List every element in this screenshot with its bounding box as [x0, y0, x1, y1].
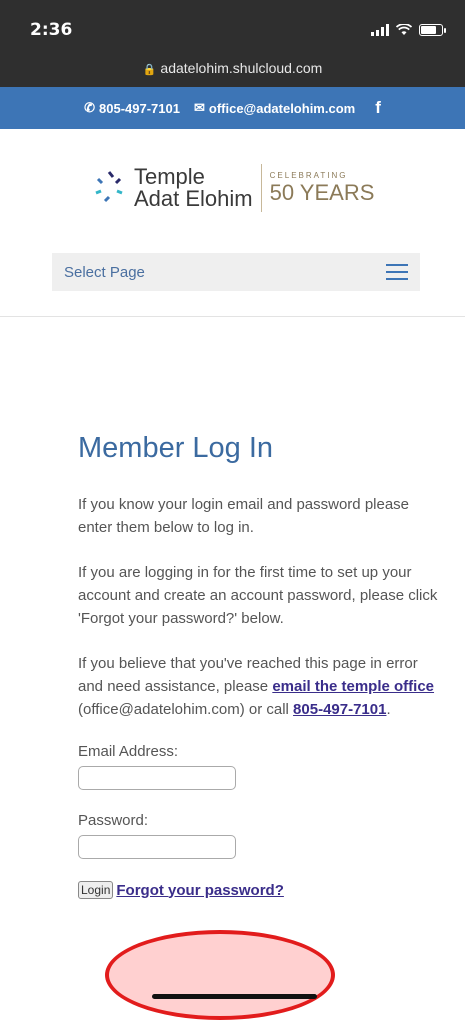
highlight-annotation: [105, 930, 335, 1020]
select-page-menu[interactable]: Select Page: [52, 253, 420, 291]
office-phone-link[interactable]: 805-497-7101: [293, 701, 386, 718]
logo-name: Temple Adat Elohim: [134, 166, 253, 210]
assistance-paragraph: If you believe that you've reached this …: [78, 652, 438, 721]
wifi-icon: [396, 24, 412, 35]
first-time-paragraph: If you are logging in for the first time…: [78, 564, 438, 627]
status-icons: [371, 24, 446, 36]
logo-anniversary: CELEBRATING 50 YEARS: [270, 171, 375, 206]
logo-line2: Adat Elohim: [134, 186, 253, 211]
email-label: Email Address:: [78, 743, 179, 760]
status-time: 2:36: [30, 20, 73, 40]
password-field[interactable]: [78, 835, 236, 859]
forgot-password-link[interactable]: Forgot your password?: [116, 882, 284, 899]
browser-chrome: 2:36 🔒 adatelohim.shulcloud.com: [0, 0, 465, 87]
email-field[interactable]: [78, 766, 236, 790]
logo-mark-icon: [95, 171, 123, 203]
login-content: Member Log In If you know your login ema…: [78, 432, 438, 899]
password-label: Password:: [78, 812, 149, 829]
contact-bar: ✆ 805-497-7101 ✉ office@adatelohim.com f: [0, 87, 465, 129]
page-title: Member Log In: [78, 432, 274, 464]
assistance-text-end: .: [386, 701, 391, 718]
assistance-text-mid: (office@adatelohim.com) or call: [78, 701, 294, 718]
phone-icon: ✆: [84, 100, 96, 115]
intro-paragraph: If you know your login email and passwor…: [78, 496, 410, 536]
header-divider: [0, 316, 465, 317]
logo-years: 50 YEARS: [269, 179, 375, 205]
login-button[interactable]: Login: [78, 881, 114, 899]
hamburger-icon[interactable]: [386, 264, 408, 280]
email-text: office@adatelohim.com: [208, 100, 356, 116]
lock-icon: 🔒: [142, 64, 157, 76]
email-office-link[interactable]: email the temple office: [272, 678, 434, 695]
temple-logo[interactable]: Temple Adat Elohim CELEBRATING 50 YEARS: [90, 152, 390, 224]
url-bar[interactable]: 🔒 adatelohim.shulcloud.com: [0, 60, 465, 76]
login-row: Login Forgot your password?: [78, 881, 438, 899]
logo-celebrating: CELEBRATING: [269, 170, 348, 180]
select-page-label: Select Page: [64, 263, 145, 281]
facebook-icon[interactable]: f: [375, 98, 381, 118]
logo-line1: Temple: [134, 164, 205, 189]
email-link[interactable]: ✉ office@adatelohim.com: [194, 100, 355, 116]
signal-icon: [371, 24, 389, 36]
battery-icon: [419, 24, 446, 36]
phone-text: 805-497-7101: [99, 100, 180, 116]
status-bar: 2:36: [30, 18, 446, 42]
envelope-icon: ✉: [193, 100, 205, 115]
logo-divider: [260, 164, 262, 212]
phone-link[interactable]: ✆ 805-497-7101: [84, 100, 180, 116]
url-text: adatelohim.shulcloud.com: [160, 60, 323, 76]
home-indicator[interactable]: [152, 994, 317, 999]
